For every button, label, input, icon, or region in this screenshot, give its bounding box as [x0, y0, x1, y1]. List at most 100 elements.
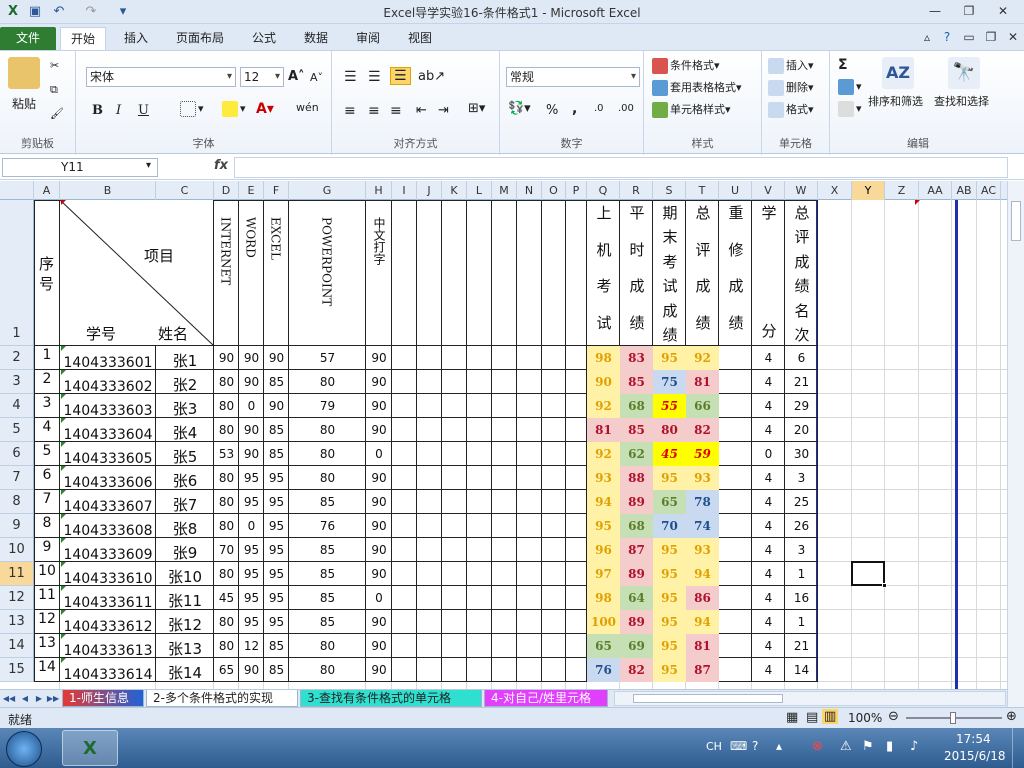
cells-area[interactable]: 项目 学号 姓名 序号 INTERNET WORD EXCEL POWERPOINT 中文打字 上…	[0, 181, 1007, 689]
cell-regular-score[interactable]: 85	[620, 418, 653, 442]
cell-student-id[interactable]: 1404333604	[60, 418, 156, 442]
cell-student-id[interactable]: 1404333612	[60, 610, 156, 634]
cell-seq[interactable]: 7	[34, 490, 60, 514]
cell-credit[interactable]: 4	[752, 514, 785, 538]
cell-internet[interactable]: 80	[214, 466, 239, 490]
horizontal-scroll-thumb[interactable]	[633, 694, 783, 703]
insert-function-icon[interactable]: fx	[214, 158, 228, 173]
cell-internet[interactable]: 80	[214, 514, 239, 538]
cell-regular-score[interactable]: 68	[620, 514, 653, 538]
cell-internet[interactable]: 65	[214, 658, 239, 682]
cell-name[interactable]: 张10	[156, 562, 214, 586]
cell-internet[interactable]: 80	[214, 370, 239, 394]
cell-regular-score[interactable]: 64	[620, 586, 653, 610]
cell-seq[interactable]: 2	[34, 370, 60, 394]
tab-formulas[interactable]: 公式	[242, 27, 286, 50]
font-size-select[interactable]: 12	[240, 67, 284, 87]
formula-input[interactable]	[234, 157, 1008, 178]
cell-overall-score[interactable]: 93	[686, 466, 719, 490]
cell-overall-score[interactable]: 94	[686, 562, 719, 586]
cell-lab-score[interactable]: 100	[587, 610, 620, 634]
cell-word[interactable]: 95	[239, 490, 264, 514]
tab-view[interactable]: 视图	[398, 27, 442, 50]
format-as-table-button[interactable]: 套用表格格式▾	[652, 79, 742, 96]
cell-final-score[interactable]: 80	[653, 418, 686, 442]
cell-seq[interactable]: 10	[34, 562, 60, 586]
fill-icon[interactable]: ▾	[838, 79, 862, 95]
cell-credit[interactable]: 4	[752, 466, 785, 490]
security-tray-icon[interactable]: ⊗	[812, 739, 823, 754]
cell-seq[interactable]: 9	[34, 538, 60, 562]
cell-typing[interactable]: 90	[366, 370, 392, 394]
comma-button[interactable]: ,	[572, 101, 577, 117]
cell-overall-score[interactable]: 92	[686, 346, 719, 370]
cell-name[interactable]: 张13	[156, 634, 214, 658]
cell-word[interactable]: 90	[239, 658, 264, 682]
show-desktop-button[interactable]	[1012, 728, 1024, 768]
cell-name[interactable]: 张9	[156, 538, 214, 562]
cell-typing[interactable]: 90	[366, 562, 392, 586]
cell-typing[interactable]: 90	[366, 394, 392, 418]
cut-icon[interactable]: ✂	[50, 59, 59, 72]
cell-final-score[interactable]: 70	[653, 514, 686, 538]
paste-button[interactable]: 粘贴	[12, 95, 36, 112]
cell-final-score[interactable]: 95	[653, 562, 686, 586]
cell-name[interactable]: 张12	[156, 610, 214, 634]
cell-seq[interactable]: 4	[34, 418, 60, 442]
cell-ppt[interactable]: 85	[289, 586, 366, 610]
cell-final-score[interactable]: 45	[653, 442, 686, 466]
cell-seq[interactable]: 1	[34, 346, 60, 370]
cell-name[interactable]: 张8	[156, 514, 214, 538]
cell-ppt[interactable]: 80	[289, 442, 366, 466]
align-top-icon[interactable]: ☰	[344, 69, 357, 85]
cell-ppt[interactable]: 80	[289, 466, 366, 490]
cell-student-id[interactable]: 1404333607	[60, 490, 156, 514]
cell-credit[interactable]: 4	[752, 562, 785, 586]
cell-ppt[interactable]: 57	[289, 346, 366, 370]
copy-icon[interactable]: ⧉	[50, 83, 58, 97]
cell-ppt[interactable]: 80	[289, 418, 366, 442]
cell-regular-score[interactable]: 69	[620, 634, 653, 658]
cell-internet[interactable]: 80	[214, 418, 239, 442]
cell-rank[interactable]: 29	[785, 394, 818, 418]
cell-rank[interactable]: 3	[785, 466, 818, 490]
cell-lab-score[interactable]: 65	[587, 634, 620, 658]
paste-icon[interactable]	[8, 57, 40, 89]
clock-time[interactable]: 17:54	[956, 732, 991, 746]
cell-credit[interactable]: 4	[752, 538, 785, 562]
currency-icon[interactable]: 💱▾	[508, 101, 531, 116]
grow-font-button[interactable]: A˄	[288, 69, 305, 84]
worksheet-grid[interactable]: A B C D E F G H I J K L M N O P Q R S T U V W X Y Z AA AB AC 1234567…	[0, 181, 1007, 689]
bold-button[interactable]: B	[92, 103, 103, 118]
cell-student-id[interactable]: 1404333608	[60, 514, 156, 538]
cell-rank[interactable]: 1	[785, 610, 818, 634]
cell-lab-score[interactable]: 98	[587, 346, 620, 370]
cell-lab-score[interactable]: 93	[587, 466, 620, 490]
percent-button[interactable]: %	[546, 103, 558, 118]
underline-button[interactable]: U	[138, 103, 149, 118]
cell-ppt[interactable]: 80	[289, 370, 366, 394]
cell-credit[interactable]: 4	[752, 490, 785, 514]
cell-final-score[interactable]: 95	[653, 466, 686, 490]
cell-lab-score[interactable]: 97	[587, 562, 620, 586]
cell-regular-score[interactable]: 85	[620, 370, 653, 394]
keyboard-icon[interactable]: ⌨	[730, 739, 747, 753]
next-sheet-icon[interactable]: ▶	[32, 692, 46, 705]
font-name-select[interactable]: 宋体	[86, 67, 236, 87]
cell-student-id[interactable]: 1404333603	[60, 394, 156, 418]
cell-regular-score[interactable]: 89	[620, 610, 653, 634]
cell-credit[interactable]: 0	[752, 442, 785, 466]
cell-excel[interactable]: 85	[264, 634, 289, 658]
cell-rank[interactable]: 30	[785, 442, 818, 466]
cell-final-score[interactable]: 55	[653, 394, 686, 418]
cell-ppt[interactable]: 85	[289, 538, 366, 562]
cell-word[interactable]: 0	[239, 394, 264, 418]
cell-word[interactable]: 12	[239, 634, 264, 658]
cell-word[interactable]: 95	[239, 562, 264, 586]
cell-excel[interactable]: 85	[264, 658, 289, 682]
decrease-decimal-icon[interactable]: .00	[618, 103, 634, 114]
cell-internet[interactable]: 80	[214, 634, 239, 658]
cell-word[interactable]: 95	[239, 466, 264, 490]
tab-file[interactable]: 文件	[0, 27, 56, 50]
cell-rank[interactable]: 14	[785, 658, 818, 682]
